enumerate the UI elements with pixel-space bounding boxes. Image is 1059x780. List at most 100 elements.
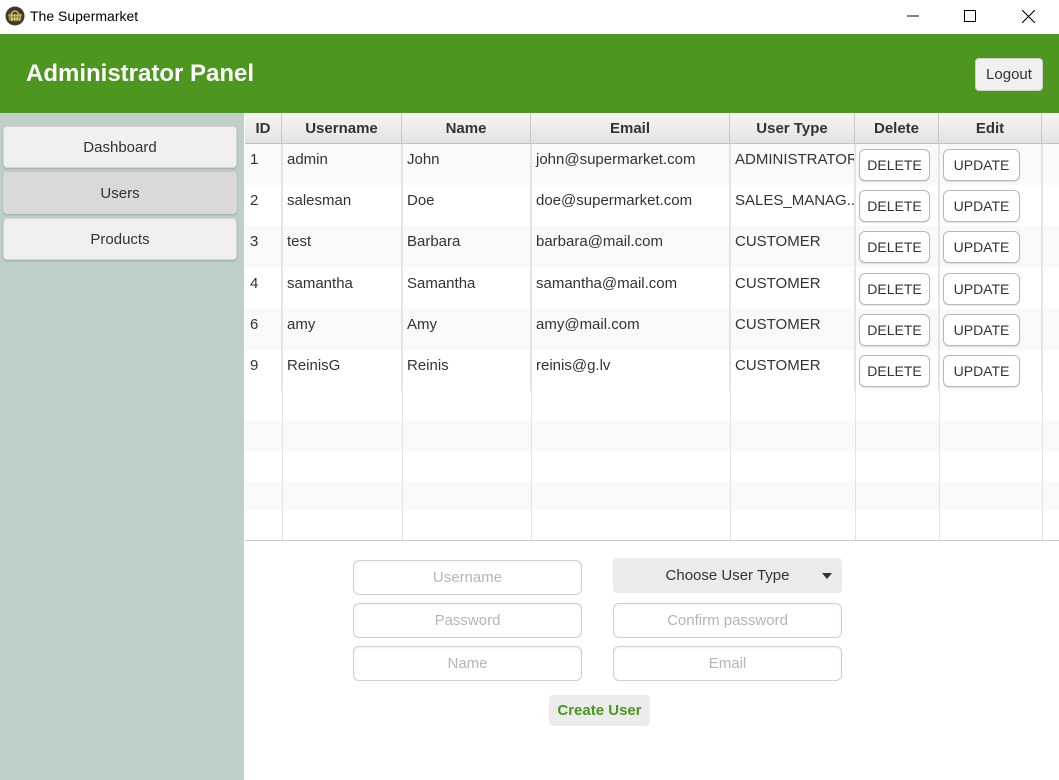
delete-user-button[interactable]: DELETE — [859, 273, 930, 305]
table-header: ID Username Name Email User Type Delete … — [245, 113, 1059, 144]
sidebar: Dashboard Users Products — [0, 113, 244, 780]
empty-table-row — [245, 451, 1059, 481]
column-divider — [855, 144, 856, 540]
confirm-password-input[interactable] — [613, 603, 842, 638]
cell-edit: UPDATE — [939, 350, 1042, 391]
update-user-button[interactable]: UPDATE — [943, 355, 1020, 387]
cell-user-type: CUSTOMER — [730, 226, 855, 267]
column-divider — [531, 144, 532, 540]
cell-name: Reinis — [402, 350, 531, 391]
table-row[interactable]: 9 ReinisG Reinis reinis@g.lv CUSTOMER DELETE U… — [245, 350, 1059, 391]
empty-table-row — [245, 511, 1059, 540]
column-header-edit[interactable]: Edit — [939, 113, 1042, 144]
sidebar-item-users[interactable]: Users — [3, 172, 237, 214]
column-header-id[interactable]: ID — [245, 113, 282, 144]
table-row[interactable]: 1 admin John john@supermarket.com ADMINISTRA… — [245, 144, 1059, 185]
cell-edit: UPDATE — [939, 309, 1042, 350]
update-user-button[interactable]: UPDATE — [943, 149, 1020, 181]
cell-delete: DELETE — [855, 350, 939, 391]
table-row[interactable]: 3 test Barbara barbara@mail.com CUSTOMER DELE… — [245, 226, 1059, 267]
cell-id: 6 — [245, 309, 282, 350]
cell-email: barbara@mail.com — [531, 226, 730, 267]
cell-user-type: CUSTOMER — [730, 350, 855, 391]
username-input[interactable] — [353, 560, 582, 595]
column-header-user-type[interactable]: User Type — [730, 113, 855, 144]
cell-delete: DELETE — [855, 144, 939, 185]
basket-icon — [5, 6, 25, 26]
cell-email: samantha@mail.com — [531, 268, 730, 309]
cell-email: reinis@g.lv — [531, 350, 730, 391]
user-type-select[interactable]: Choose User Type — [613, 558, 842, 593]
table-row[interactable]: 4 samantha Samantha samantha@mail.com CUSTOM… — [245, 268, 1059, 309]
cell-username: salesman — [282, 185, 402, 226]
create-user-form: Choose User Type Create User — [244, 541, 1059, 780]
chevron-down-icon — [822, 573, 832, 579]
cell-user-type: ADMINISTRATOR — [730, 144, 855, 185]
delete-user-button[interactable]: DELETE — [859, 231, 930, 263]
minimize-button[interactable] — [884, 0, 942, 32]
cell-delete: DELETE — [855, 268, 939, 309]
delete-user-button[interactable]: DELETE — [859, 314, 930, 346]
cell-delete: DELETE — [855, 185, 939, 226]
minimize-icon — [907, 15, 919, 17]
window-title: The Supermarket — [30, 8, 139, 24]
cell-user-type: SALES_MANAG... — [730, 185, 855, 226]
cell-name: Samantha — [402, 268, 531, 309]
delete-user-button[interactable]: DELETE — [859, 355, 930, 387]
update-user-button[interactable]: UPDATE — [943, 231, 1020, 263]
logout-button[interactable]: Logout — [975, 58, 1043, 91]
table-row[interactable]: 6 amy Amy amy@mail.com CUSTOMER DELETE UPDATE — [245, 309, 1059, 350]
maximize-button[interactable] — [941, 0, 999, 32]
column-divider — [282, 144, 283, 540]
email-input[interactable] — [613, 646, 842, 681]
cell-user-type: CUSTOMER — [730, 309, 855, 350]
maximize-icon — [964, 10, 976, 22]
name-input[interactable] — [353, 646, 582, 681]
empty-table-row — [245, 421, 1059, 451]
password-input[interactable] — [353, 603, 582, 638]
column-header-email[interactable]: Email — [531, 113, 730, 144]
column-header-username[interactable]: Username — [282, 113, 402, 144]
delete-user-button[interactable]: DELETE — [859, 149, 930, 181]
cell-id: 4 — [245, 268, 282, 309]
column-divider — [939, 144, 940, 540]
cell-edit: UPDATE — [939, 144, 1042, 185]
cell-id: 9 — [245, 350, 282, 391]
column-divider — [1042, 144, 1043, 540]
cell-username: admin — [282, 144, 402, 185]
cell-edit: UPDATE — [939, 268, 1042, 309]
column-header-delete[interactable]: Delete — [855, 113, 939, 144]
users-table: ID Username Name Email User Type Delete … — [245, 113, 1059, 541]
update-user-button[interactable]: UPDATE — [943, 273, 1020, 305]
update-user-button[interactable]: UPDATE — [943, 190, 1020, 222]
cell-email: john@supermarket.com — [531, 144, 730, 185]
column-divider — [402, 144, 403, 540]
cell-email: doe@supermarket.com — [531, 185, 730, 226]
cell-email: amy@mail.com — [531, 309, 730, 350]
close-button[interactable] — [999, 0, 1057, 32]
cell-delete: DELETE — [855, 226, 939, 267]
cell-username: amy — [282, 309, 402, 350]
create-user-button[interactable]: Create User — [549, 695, 650, 726]
cell-name: Doe — [402, 185, 531, 226]
window-titlebar: The Supermarket — [0, 0, 1059, 34]
cell-id: 2 — [245, 185, 282, 226]
cell-id: 3 — [245, 226, 282, 267]
table-row[interactable]: 2 salesman Doe doe@supermarket.com SALES_MAN… — [245, 185, 1059, 226]
column-header-name[interactable]: Name — [402, 113, 531, 144]
page-title: Administrator Panel — [26, 60, 255, 87]
cell-name: Barbara — [402, 226, 531, 267]
sidebar-item-dashboard[interactable]: Dashboard — [3, 126, 237, 168]
sidebar-item-products[interactable]: Products — [3, 218, 237, 260]
close-icon — [1021, 9, 1035, 23]
cell-id: 1 — [245, 144, 282, 185]
cell-username: ReinisG — [282, 350, 402, 391]
cell-edit: UPDATE — [939, 226, 1042, 267]
app-header: Administrator Panel Logout — [0, 34, 1059, 113]
delete-user-button[interactable]: DELETE — [859, 190, 930, 222]
cell-name: Amy — [402, 309, 531, 350]
cell-edit: UPDATE — [939, 185, 1042, 226]
update-user-button[interactable]: UPDATE — [943, 314, 1020, 346]
empty-table-row — [245, 391, 1059, 421]
column-divider — [730, 144, 731, 540]
